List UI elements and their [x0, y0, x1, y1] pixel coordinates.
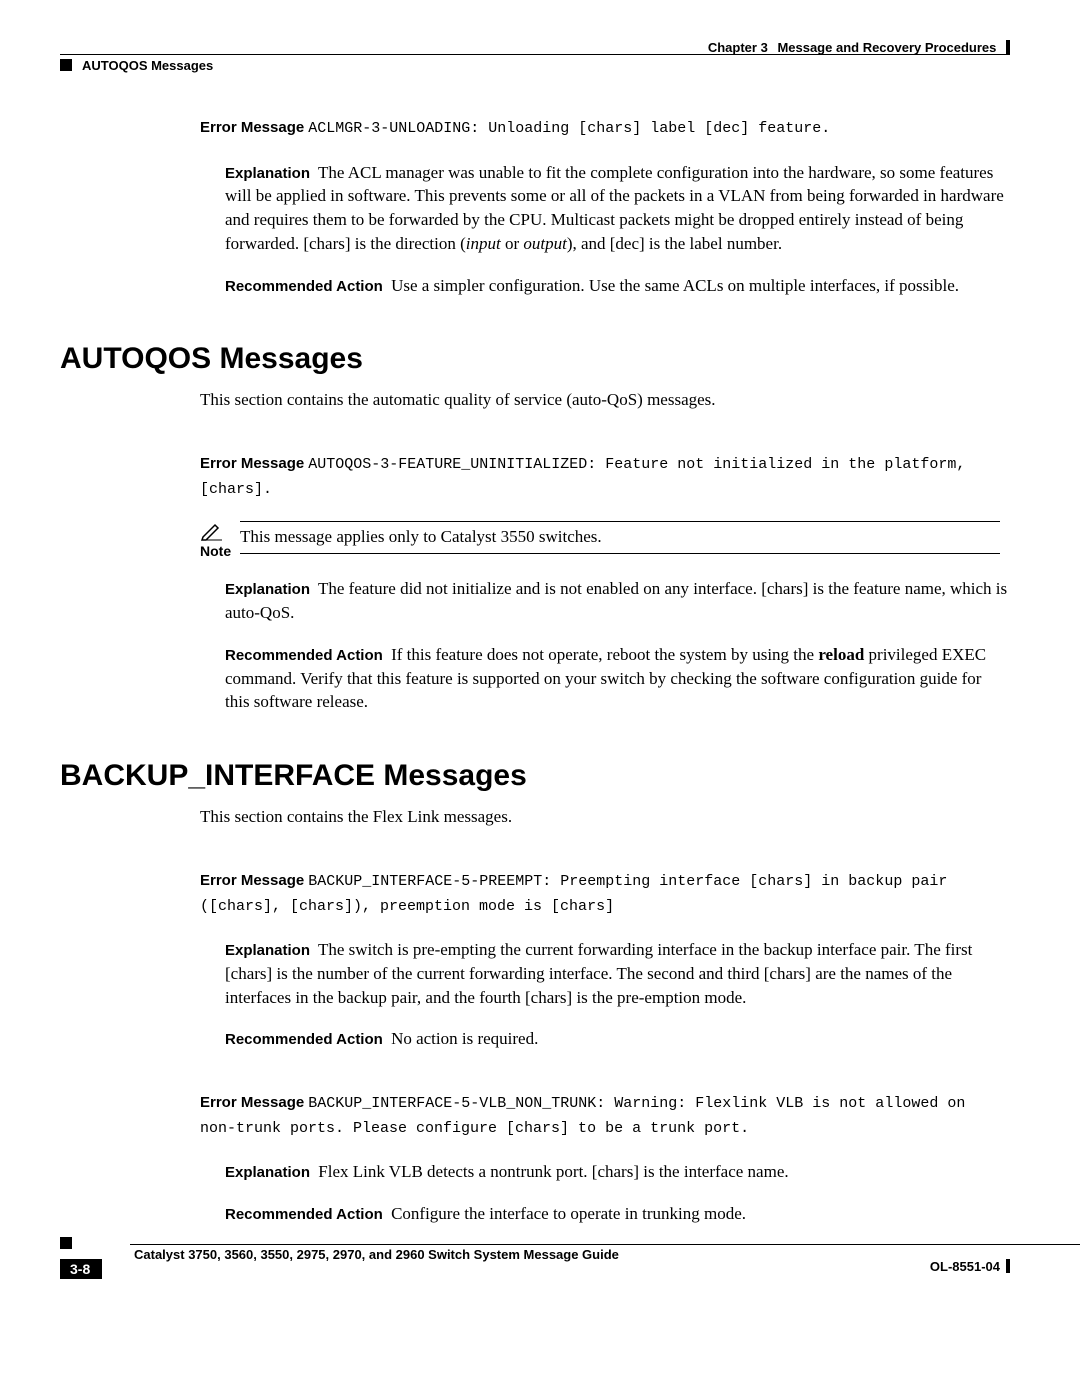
recommended-action-text: Use a simpler configuration. Use the sam… [391, 276, 959, 295]
running-header: Chapter 3 Message and Recovery Procedure… [60, 40, 1010, 76]
explanation-block: Explanation Flex Link VLB detects a nont… [225, 1160, 1010, 1184]
explanation-text: The switch is pre-empting the current fo… [225, 940, 972, 1007]
page-footer: Catalyst 3750, 3560, 3550, 2975, 2970, a… [60, 1244, 1010, 1277]
explanation-text: The feature did not initialize and is no… [225, 579, 1007, 622]
error-message-code: ACLMGR-3-UNLOADING: Unloading [chars] la… [308, 120, 830, 137]
chapter-number: Chapter 3 [708, 40, 768, 55]
explanation-text: The ACL manager was unable to fit the co… [225, 163, 1004, 253]
error-message-label: Error Message [200, 455, 304, 472]
explanation-label: Explanation [225, 581, 310, 598]
recommended-action-block: Recommended Action Use a simpler configu… [225, 274, 1010, 298]
recommended-action-text: No action is required. [391, 1029, 538, 1048]
footer-book-title: Catalyst 3750, 3560, 3550, 2975, 2970, a… [134, 1247, 619, 1262]
recommended-action-text: Configure the interface to operate in tr… [391, 1204, 746, 1223]
error-message-block: Error Message BACKUP_INTERFACE-5-PREEMPT… [200, 869, 1010, 918]
pencil-icon: Note [200, 521, 236, 559]
error-message-label: Error Message [200, 872, 304, 889]
running-section-title: AUTOQOS Messages [82, 58, 213, 73]
footer-doc-id: OL-8551-04 [930, 1259, 1010, 1274]
recommended-action-label: Recommended Action [225, 647, 383, 664]
section-intro: This section contains the Flex Link mess… [200, 805, 1010, 829]
error-message-code: BACKUP_INTERFACE-5-VLB_NON_TRUNK: Warnin… [200, 1095, 965, 1137]
chapter-title: Message and Recovery Procedures [777, 40, 996, 55]
explanation-label: Explanation [225, 1164, 310, 1181]
section-heading-backup-interface: BACKUP_INTERFACE Messages [60, 759, 1010, 793]
error-message-code: BACKUP_INTERFACE-5-PREEMPT: Preempting i… [200, 873, 947, 915]
error-message-code: AUTOQOS-3-FEATURE_UNINITIALIZED: Feature… [200, 456, 965, 498]
error-message-label: Error Message [200, 119, 304, 136]
explanation-block: Explanation The ACL manager was unable t… [225, 161, 1010, 256]
explanation-label: Explanation [225, 165, 310, 182]
note-block: Note This message applies only to Cataly… [200, 521, 1010, 559]
recommended-action-label: Recommended Action [225, 1206, 383, 1223]
recommended-action-block: Recommended Action If this feature does … [225, 643, 1010, 714]
error-message-block: Error Message BACKUP_INTERFACE-5-VLB_NON… [200, 1091, 1010, 1140]
recommended-action-block: Recommended Action No action is required… [225, 1027, 1010, 1051]
explanation-text: Flex Link VLB detects a nontrunk port. [… [318, 1162, 788, 1181]
section-intro: This section contains the automatic qual… [200, 388, 1010, 412]
note-text: This message applies only to Catalyst 35… [240, 521, 1000, 554]
explanation-block: Explanation The feature did not initiali… [225, 577, 1010, 625]
explanation-block: Explanation The switch is pre-empting th… [225, 938, 1010, 1009]
footer-page-number: 3-8 [60, 1259, 102, 1279]
note-label: Note [200, 543, 236, 559]
explanation-label: Explanation [225, 942, 310, 959]
recommended-action-label: Recommended Action [225, 1031, 383, 1048]
recommended-action-block: Recommended Action Configure the interfa… [225, 1202, 1010, 1226]
error-message-label: Error Message [200, 1094, 304, 1111]
header-section: AUTOQOS Messages [60, 58, 213, 73]
header-chapter: Chapter 3 Message and Recovery Procedure… [708, 40, 1010, 55]
section-heading-autoqos: AUTOQOS Messages [60, 342, 1010, 376]
error-message-block: Error Message ACLMGR-3-UNLOADING: Unload… [200, 116, 1010, 141]
error-message-block: Error Message AUTOQOS-3-FEATURE_UNINITIA… [200, 452, 1010, 501]
recommended-action-label: Recommended Action [225, 278, 383, 295]
